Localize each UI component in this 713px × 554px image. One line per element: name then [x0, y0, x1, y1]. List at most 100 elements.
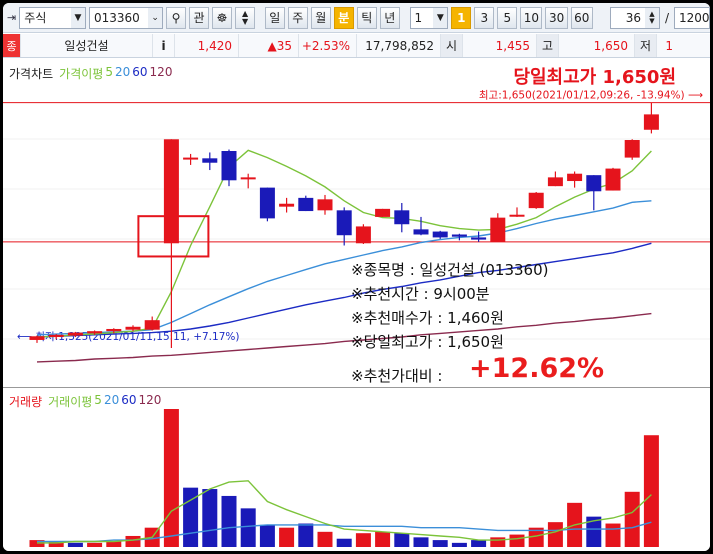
- volume-bar: [605, 523, 621, 547]
- candle-body: [624, 140, 640, 158]
- minute-btn-30[interactable]: 30: [545, 6, 568, 29]
- price-legend-ma20: 20: [114, 65, 131, 79]
- low-label: 저: [635, 34, 657, 57]
- note-buy-price: ※추천매수가 : 1,460원: [351, 309, 504, 327]
- volume-legend-ma60: 60: [121, 393, 137, 407]
- down-icon: ▼: [241, 16, 249, 26]
- settings-button[interactable]: ☸: [212, 6, 233, 29]
- market-select-value: 주식: [24, 11, 47, 25]
- minute-btn-60[interactable]: 60: [570, 6, 593, 29]
- search-button[interactable]: ⚲: [166, 6, 187, 29]
- change-percent: +2.53%: [299, 34, 357, 57]
- volume-bar: [259, 524, 275, 547]
- volume-legend: 거래량 거래이평 5 20 60 120: [9, 393, 161, 410]
- volume-bar: [106, 541, 122, 547]
- volume-legend-ma20: 20: [103, 393, 120, 407]
- volume-bar: [643, 435, 659, 547]
- volume-chart-svg[interactable]: [3, 387, 710, 551]
- note-ratio-label: ※추천가대비 :: [351, 367, 443, 385]
- candle-body: [375, 208, 391, 217]
- candle-body: [432, 231, 448, 238]
- up-down-button[interactable]: ▲ ▼: [235, 6, 256, 29]
- high-price: 1,650: [559, 34, 635, 57]
- period-year[interactable]: 년: [379, 6, 400, 29]
- period-minute[interactable]: 분: [333, 6, 354, 29]
- stock-code-input[interactable]: 013360: [88, 6, 150, 29]
- volume-bar: [163, 409, 179, 547]
- candle-body: [29, 336, 45, 340]
- interval-select[interactable]: 1: [409, 6, 435, 29]
- period-day[interactable]: 일: [264, 6, 285, 29]
- open-label: 시: [441, 34, 463, 57]
- candle-body: [490, 217, 506, 242]
- candle-body: [528, 192, 544, 209]
- candle-body: [451, 234, 467, 237]
- volume-bar: [336, 538, 352, 547]
- candle-body: [355, 226, 371, 244]
- candle-body: [183, 157, 199, 160]
- candle-body: [48, 334, 64, 338]
- volume-bar: [317, 531, 333, 547]
- candle-body: [259, 187, 275, 219]
- price-legend-title: 가격차트: [9, 67, 54, 81]
- minute-btn-10[interactable]: 10: [520, 6, 543, 29]
- volume-bar: [394, 533, 410, 547]
- candle-body: [298, 197, 314, 212]
- note-ratio-value: +12.62%: [469, 353, 605, 384]
- info-button[interactable]: i: [153, 34, 175, 57]
- stock-tag: 종: [3, 34, 21, 57]
- minute-btn-5[interactable]: 5: [497, 6, 518, 29]
- market-dropdown-icon[interactable]: ▼: [71, 6, 86, 29]
- volume-legend-ma5: 5: [94, 393, 102, 407]
- volume-bar: [432, 540, 448, 547]
- total-input[interactable]: 1200: [674, 6, 710, 29]
- volume-bar: [240, 508, 256, 547]
- candle-body: [509, 214, 525, 217]
- volume-legend-title: 거래량: [9, 395, 43, 409]
- volume-bar: [509, 534, 525, 547]
- volume-bar: [125, 535, 141, 547]
- count-spinner-icon[interactable]: ▲ ▼: [645, 6, 660, 29]
- price-change: ▲35: [239, 34, 299, 57]
- high-label: 고: [537, 34, 559, 57]
- minute-btn-3[interactable]: 3: [474, 6, 495, 29]
- candle-body: [240, 177, 256, 180]
- period-week[interactable]: 주: [287, 6, 308, 29]
- volume-bar: [375, 531, 391, 547]
- stock-info-row: 종 일성건설 i 1,420 ▲35 +2.53% 17,798,852 시 1…: [3, 34, 710, 58]
- volume-legend-ma-label: 거래이평: [48, 395, 93, 409]
- candle-body: [106, 328, 122, 332]
- volume-bar: [451, 542, 467, 547]
- interval-dropdown-icon[interactable]: ▼: [433, 6, 449, 29]
- candle-body: [336, 210, 352, 236]
- code-dropdown-icon[interactable]: ⌄: [148, 6, 164, 29]
- toolbar: ⇥ 주식 ▼ 013360 ⌄ ⚲ 관 ☸ ▲ ▼ 일 주 월 분 틱 년 1 ▼…: [3, 3, 710, 33]
- app-window: ⇥ 주식 ▼ 013360 ⌄ ⚲ 관 ☸ ▲ ▼ 일 주 월 분 틱 년 1 ▼…: [3, 3, 710, 551]
- count-input[interactable]: 36: [610, 6, 647, 29]
- candle-body: [221, 151, 237, 181]
- price-legend-ma120: 120: [149, 65, 173, 79]
- current-price: 1,420: [175, 34, 239, 57]
- candle-body: [471, 237, 487, 240]
- minute-btn-1[interactable]: 1: [451, 6, 472, 29]
- period-tick[interactable]: 틱: [356, 6, 377, 29]
- candle-body: [67, 332, 83, 336]
- market-select[interactable]: 주식: [19, 6, 73, 29]
- candle-body: [202, 158, 218, 163]
- price-chart-panel[interactable]: 최고:1,650(2021/01/12,09:26, -13.94%) ⟶ ⟵ 최…: [3, 59, 710, 387]
- volume-bar: [490, 537, 506, 547]
- search-icon: ⚲: [171, 10, 181, 25]
- count-divider: /: [664, 10, 669, 25]
- gwan-button[interactable]: 관: [189, 6, 210, 29]
- volume-chart-panel[interactable]: 거래량 거래이평 5 20 60 120: [3, 387, 710, 551]
- open-price: 1,455: [463, 34, 537, 57]
- candle-body: [586, 175, 602, 192]
- volume-bar: [471, 540, 487, 547]
- panel-arrow-icon[interactable]: ⇥: [7, 11, 16, 24]
- price-legend-ma60: 60: [132, 65, 148, 79]
- period-month[interactable]: 월: [310, 6, 331, 29]
- candle-body: [413, 229, 429, 235]
- note-day-high: ※당일최고가 : 1,650원: [351, 333, 504, 351]
- volume-bar: [87, 542, 103, 547]
- low-price: 1: [665, 38, 673, 53]
